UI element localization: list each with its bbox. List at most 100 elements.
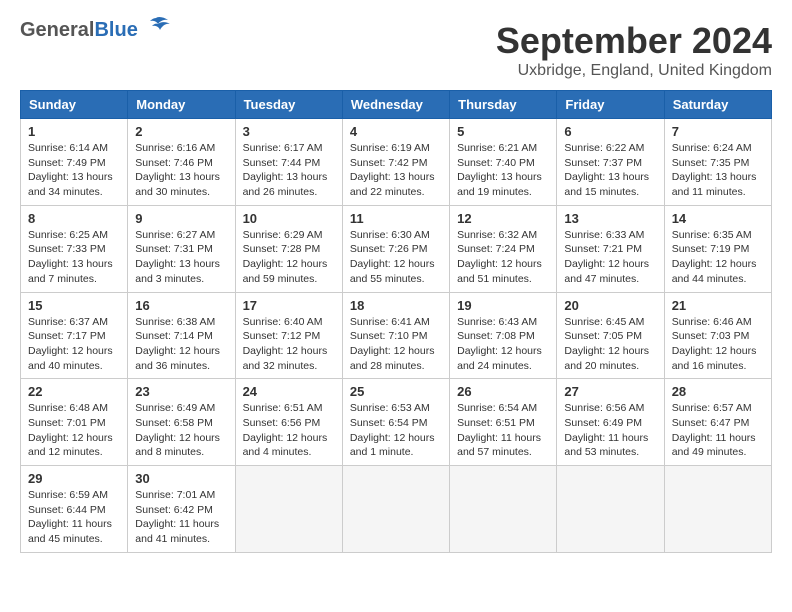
day-of-week-header: Monday: [128, 91, 235, 119]
cell-details: Sunrise: 6:14 AMSunset: 7:49 PMDaylight:…: [28, 141, 120, 200]
cell-details: Sunrise: 7:01 AMSunset: 6:42 PMDaylight:…: [135, 488, 227, 547]
calendar-cell: 25 Sunrise: 6:53 AMSunset: 6:54 PMDayligh…: [342, 379, 449, 466]
calendar-week-row: 15Sunrise: 6:37 AMSunset: 7:17 PMDayligh…: [21, 292, 772, 379]
day-number: 20: [564, 298, 656, 313]
day-number: 9: [135, 211, 227, 226]
calendar-week-row: 29 Sunrise: 6:59 AMSunset: 6:44 PMDayligh…: [21, 466, 772, 553]
cell-details: Sunrise: 6:49 AMSunset: 6:58 PMDaylight:…: [135, 401, 227, 460]
calendar-cell: 14Sunrise: 6:35 AMSunset: 7:19 PMDayligh…: [664, 205, 771, 292]
calendar-cell: 28Sunrise: 6:57 AMSunset: 6:47 PMDayligh…: [664, 379, 771, 466]
day-number: 30: [135, 471, 227, 486]
day-number: 23: [135, 384, 227, 399]
cell-details: Sunrise: 6:51 AMSunset: 6:56 PMDaylight:…: [243, 401, 335, 460]
day-number: 29: [28, 471, 120, 486]
cell-details: Sunrise: 6:33 AMSunset: 7:21 PMDaylight:…: [564, 228, 656, 287]
cell-details: Sunrise: 6:27 AMSunset: 7:31 PMDaylight:…: [135, 228, 227, 287]
calendar-cell: 3 Sunrise: 6:17 AMSunset: 7:44 PMDaylight…: [235, 119, 342, 206]
cell-details: Sunrise: 6:21 AMSunset: 7:40 PMDaylight:…: [457, 141, 549, 200]
logo-bird-icon: [142, 16, 170, 38]
calendar-cell: 23 Sunrise: 6:49 AMSunset: 6:58 PMDayligh…: [128, 379, 235, 466]
calendar-cell: 27Sunrise: 6:56 AMSunset: 6:49 PMDayligh…: [557, 379, 664, 466]
cell-details: Sunrise: 6:32 AMSunset: 7:24 PMDaylight:…: [457, 228, 549, 287]
cell-details: Sunrise: 6:53 AMSunset: 6:54 PMDaylight:…: [350, 401, 442, 460]
calendar-week-row: 1 Sunrise: 6:14 AMSunset: 7:49 PMDaylight…: [21, 119, 772, 206]
calendar-week-row: 8 Sunrise: 6:25 AMSunset: 7:33 PMDaylight…: [21, 205, 772, 292]
calendar-cell: 9 Sunrise: 6:27 AMSunset: 7:31 PMDaylight…: [128, 205, 235, 292]
cell-details: Sunrise: 6:43 AMSunset: 7:08 PMDaylight:…: [457, 315, 549, 374]
day-number: 19: [457, 298, 549, 313]
calendar-cell: 1 Sunrise: 6:14 AMSunset: 7:49 PMDaylight…: [21, 119, 128, 206]
day-number: 28: [672, 384, 764, 399]
cell-details: Sunrise: 6:17 AMSunset: 7:44 PMDaylight:…: [243, 141, 335, 200]
calendar-cell: 22Sunrise: 6:48 AMSunset: 7:01 PMDayligh…: [21, 379, 128, 466]
calendar-week-row: 22Sunrise: 6:48 AMSunset: 7:01 PMDayligh…: [21, 379, 772, 466]
calendar-cell: 18 Sunrise: 6:41 AMSunset: 7:10 PMDayligh…: [342, 292, 449, 379]
calendar-cell: 24 Sunrise: 6:51 AMSunset: 6:56 PMDayligh…: [235, 379, 342, 466]
day-number: 25: [350, 384, 442, 399]
day-of-week-header: Saturday: [664, 91, 771, 119]
day-of-week-header: Wednesday: [342, 91, 449, 119]
calendar-cell: 26Sunrise: 6:54 AMSunset: 6:51 PMDayligh…: [450, 379, 557, 466]
cell-details: Sunrise: 6:22 AMSunset: 7:37 PMDaylight:…: [564, 141, 656, 200]
calendar-cell: [664, 466, 771, 553]
cell-details: Sunrise: 6:41 AMSunset: 7:10 PMDaylight:…: [350, 315, 442, 374]
calendar-cell: 15Sunrise: 6:37 AMSunset: 7:17 PMDayligh…: [21, 292, 128, 379]
cell-details: Sunrise: 6:19 AMSunset: 7:42 PMDaylight:…: [350, 141, 442, 200]
days-of-week-row: SundayMondayTuesdayWednesdayThursdayFrid…: [21, 91, 772, 119]
logo: GeneralBlue: [20, 20, 170, 40]
calendar-cell: 12 Sunrise: 6:32 AMSunset: 7:24 PMDayligh…: [450, 205, 557, 292]
day-number: 3: [243, 124, 335, 139]
location: Uxbridge, England, United Kingdom: [496, 62, 772, 80]
title-block: September 2024 Uxbridge, England, United…: [496, 20, 772, 80]
day-number: 5: [457, 124, 549, 139]
calendar-cell: 16Sunrise: 6:38 AMSunset: 7:14 PMDayligh…: [128, 292, 235, 379]
calendar-cell: 13 Sunrise: 6:33 AMSunset: 7:21 PMDayligh…: [557, 205, 664, 292]
cell-details: Sunrise: 6:29 AMSunset: 7:28 PMDaylight:…: [243, 228, 335, 287]
cell-details: Sunrise: 6:30 AMSunset: 7:26 PMDaylight:…: [350, 228, 442, 287]
calendar-cell: 7Sunrise: 6:24 AMSunset: 7:35 PMDaylight…: [664, 119, 771, 206]
cell-details: Sunrise: 6:40 AMSunset: 7:12 PMDaylight:…: [243, 315, 335, 374]
calendar-cell: 21 Sunrise: 6:46 AMSunset: 7:03 PMDayligh…: [664, 292, 771, 379]
day-of-week-header: Friday: [557, 91, 664, 119]
calendar-cell: [557, 466, 664, 553]
calendar-cell: 4 Sunrise: 6:19 AMSunset: 7:42 PMDaylight…: [342, 119, 449, 206]
day-number: 26: [457, 384, 549, 399]
calendar-cell: 29 Sunrise: 6:59 AMSunset: 6:44 PMDayligh…: [21, 466, 128, 553]
calendar-cell: 17 Sunrise: 6:40 AMSunset: 7:12 PMDayligh…: [235, 292, 342, 379]
cell-details: Sunrise: 6:48 AMSunset: 7:01 PMDaylight:…: [28, 401, 120, 460]
cell-details: Sunrise: 6:24 AMSunset: 7:35 PMDaylight:…: [672, 141, 764, 200]
calendar-cell: 10 Sunrise: 6:29 AMSunset: 7:28 PMDayligh…: [235, 205, 342, 292]
day-number: 18: [350, 298, 442, 313]
cell-details: Sunrise: 6:37 AMSunset: 7:17 PMDaylight:…: [28, 315, 120, 374]
day-number: 16: [135, 298, 227, 313]
cell-details: Sunrise: 6:25 AMSunset: 7:33 PMDaylight:…: [28, 228, 120, 287]
day-number: 13: [564, 211, 656, 226]
calendar-cell: 2Sunrise: 6:16 AMSunset: 7:46 PMDaylight…: [128, 119, 235, 206]
day-number: 24: [243, 384, 335, 399]
day-of-week-header: Tuesday: [235, 91, 342, 119]
day-number: 14: [672, 211, 764, 226]
day-number: 1: [28, 124, 120, 139]
day-number: 12: [457, 211, 549, 226]
calendar-cell: 11Sunrise: 6:30 AMSunset: 7:26 PMDayligh…: [342, 205, 449, 292]
cell-details: Sunrise: 6:46 AMSunset: 7:03 PMDaylight:…: [672, 315, 764, 374]
day-number: 4: [350, 124, 442, 139]
calendar-cell: 19 Sunrise: 6:43 AMSunset: 7:08 PMDayligh…: [450, 292, 557, 379]
day-of-week-header: Thursday: [450, 91, 557, 119]
day-number: 21: [672, 298, 764, 313]
calendar-body: 1 Sunrise: 6:14 AMSunset: 7:49 PMDaylight…: [21, 119, 772, 553]
day-number: 6: [564, 124, 656, 139]
calendar-cell: 8 Sunrise: 6:25 AMSunset: 7:33 PMDaylight…: [21, 205, 128, 292]
cell-details: Sunrise: 6:56 AMSunset: 6:49 PMDaylight:…: [564, 401, 656, 460]
calendar-cell: 20 Sunrise: 6:45 AMSunset: 7:05 PMDayligh…: [557, 292, 664, 379]
day-number: 17: [243, 298, 335, 313]
day-number: 8: [28, 211, 120, 226]
day-of-week-header: Sunday: [21, 91, 128, 119]
cell-details: Sunrise: 6:16 AMSunset: 7:46 PMDaylight:…: [135, 141, 227, 200]
day-number: 10: [243, 211, 335, 226]
cell-details: Sunrise: 6:59 AMSunset: 6:44 PMDaylight:…: [28, 488, 120, 547]
cell-details: Sunrise: 6:45 AMSunset: 7:05 PMDaylight:…: [564, 315, 656, 374]
calendar-cell: [235, 466, 342, 553]
month-title: September 2024: [496, 20, 772, 62]
calendar-cell: 6 Sunrise: 6:22 AMSunset: 7:37 PMDaylight…: [557, 119, 664, 206]
